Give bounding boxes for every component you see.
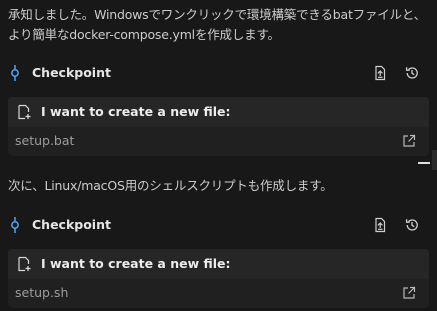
file-link-row[interactable]: setup.sh xyxy=(8,279,429,308)
checkpoint-marker-icon xyxy=(11,65,19,81)
new-file-card-header: I want to create a new file: xyxy=(8,249,429,279)
scrollbar-track[interactable] xyxy=(432,150,437,170)
assistant-message: 承知しました。Windowsでワンクリックで環境構築できるbatファイルと、より… xyxy=(8,7,426,42)
checkpoint-row: Checkpoint xyxy=(0,58,437,88)
file-name[interactable]: setup.bat xyxy=(15,133,74,148)
history-icon xyxy=(405,219,418,231)
open-file-icon[interactable] xyxy=(401,285,417,301)
new-file-title: I want to create a new file: xyxy=(41,104,231,119)
new-file-card: I want to create a new file: setup.bat xyxy=(8,97,429,156)
restore-icon xyxy=(375,217,386,233)
new-file-card-header: I want to create a new file: xyxy=(8,97,429,127)
history-button[interactable] xyxy=(402,215,422,235)
new-file-icon xyxy=(18,256,31,272)
new-file-title: I want to create a new file: xyxy=(41,256,231,271)
restore-icon xyxy=(375,65,386,81)
file-link-row[interactable]: setup.bat xyxy=(8,127,429,156)
file-name[interactable]: setup.sh xyxy=(15,285,68,300)
history-icon xyxy=(405,67,418,79)
scrollbar-thumb[interactable] xyxy=(418,162,430,164)
checkpoint-label: Checkpoint xyxy=(32,65,111,80)
restore-checkpoint-button[interactable] xyxy=(370,63,390,83)
new-file-icon xyxy=(18,104,31,120)
assistant-message: 次に、Linux/macOS用のシェルスクリプトも作成します。 xyxy=(8,178,333,193)
checkpoint-label: Checkpoint xyxy=(32,217,111,232)
new-file-card: I want to create a new file: setup.sh xyxy=(8,249,429,308)
open-file-icon[interactable] xyxy=(401,133,417,149)
history-button[interactable] xyxy=(402,63,422,83)
checkpoint-row: Checkpoint xyxy=(0,210,437,240)
restore-checkpoint-button[interactable] xyxy=(370,215,390,235)
checkpoint-marker-icon xyxy=(11,217,19,233)
